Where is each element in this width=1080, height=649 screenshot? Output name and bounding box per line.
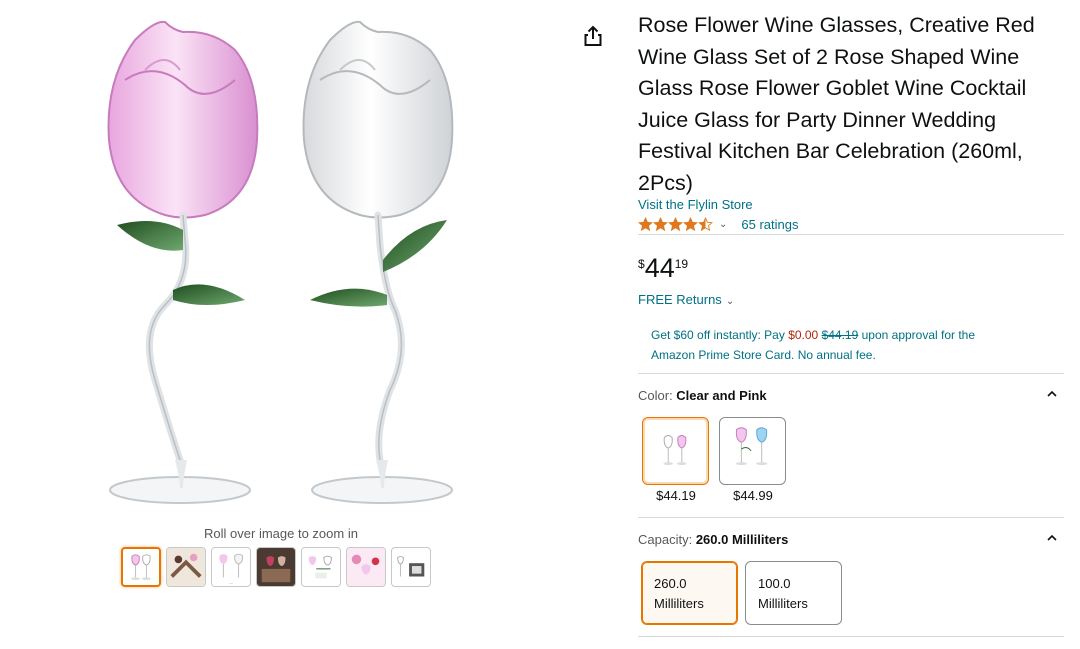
price-symbol: $ xyxy=(638,257,645,271)
color-value: Clear and Pink xyxy=(676,388,767,403)
share-icon[interactable] xyxy=(582,24,604,48)
thumbnail-3[interactable]: — xyxy=(211,547,251,587)
capacity-label: Capacity: xyxy=(638,532,696,547)
chevron-up-icon[interactable] xyxy=(1046,388,1058,400)
capacity-option-unit: Milliliters xyxy=(758,596,808,611)
thumbnail-2[interactable] xyxy=(166,547,206,587)
svg-text:—: — xyxy=(229,581,233,585)
capacity-section-header[interactable]: Capacity: 260.0 Milliliters xyxy=(638,532,1064,547)
promo-prefix: Get $60 off instantly: Pay xyxy=(651,328,789,342)
color-option-price: $44.99 xyxy=(733,488,773,503)
star-icon xyxy=(698,216,713,231)
thumbnail-5[interactable] xyxy=(301,547,341,587)
divider xyxy=(638,636,1064,637)
capacity-option-unit: Milliliters xyxy=(654,596,704,611)
thumbnail-7[interactable] xyxy=(391,547,431,587)
divider xyxy=(638,517,1064,518)
thumbnail-1[interactable] xyxy=(121,547,161,587)
star-icon xyxy=(683,216,698,231)
chevron-down-icon[interactable]: ⌄ xyxy=(719,219,727,230)
divider xyxy=(638,373,1064,374)
chevron-up-icon[interactable] xyxy=(1046,532,1058,544)
free-returns-label: FREE Returns xyxy=(638,292,722,307)
color-option-clear-blue[interactable] xyxy=(719,417,786,485)
capacity-option-100[interactable]: 100.0 Milliliters xyxy=(745,561,842,625)
capacity-option-value: 100.0 xyxy=(758,576,791,591)
promo-card-offer[interactable]: Get $60 off instantly: Pay $0.00 $44.19 … xyxy=(651,325,1011,365)
ratings-count-link[interactable]: 65 ratings xyxy=(741,217,798,232)
price-fraction: 19 xyxy=(674,257,689,271)
clear-glass-illustration xyxy=(302,20,454,504)
capacity-option-260[interactable]: 260.0 Milliliters xyxy=(641,561,738,625)
price: $ 44 19 xyxy=(638,253,688,283)
price-whole: 44 xyxy=(644,253,675,283)
zoom-hint: Roll over image to zoom in xyxy=(204,526,358,541)
capacity-value: 260.0 Milliliters xyxy=(695,532,789,547)
star-rating[interactable] xyxy=(638,216,713,232)
promo-pay-amount: $0.00 xyxy=(788,328,819,342)
promo-strike-amount: $44.19 xyxy=(821,328,859,342)
thumbnail-6[interactable] xyxy=(346,547,386,587)
main-product-image[interactable] xyxy=(95,10,475,520)
product-title: Rose Flower Wine Glasses, Creative Red W… xyxy=(638,13,1035,195)
color-option-price: $44.19 xyxy=(656,488,696,503)
thumbnail-strip: — xyxy=(121,547,431,587)
thumbnail-4[interactable] xyxy=(256,547,296,587)
color-label: Color: xyxy=(638,388,677,403)
star-icon xyxy=(668,216,683,231)
chevron-down-icon: ⌄ xyxy=(725,296,735,307)
free-returns-link[interactable]: FREE Returns ⌄ xyxy=(638,292,734,307)
pink-glass-illustration xyxy=(107,20,259,504)
star-icon xyxy=(653,216,668,231)
color-option-clear-pink[interactable] xyxy=(642,417,709,485)
star-icon xyxy=(638,216,653,231)
capacity-option-value: 260.0 xyxy=(654,576,687,591)
color-section-header[interactable]: Color: Clear and Pink xyxy=(638,388,1064,403)
rating-row[interactable]: ⌄ 65 ratings xyxy=(638,214,798,234)
store-link[interactable]: Visit the Flylin Store xyxy=(638,197,753,212)
divider xyxy=(638,234,1064,235)
